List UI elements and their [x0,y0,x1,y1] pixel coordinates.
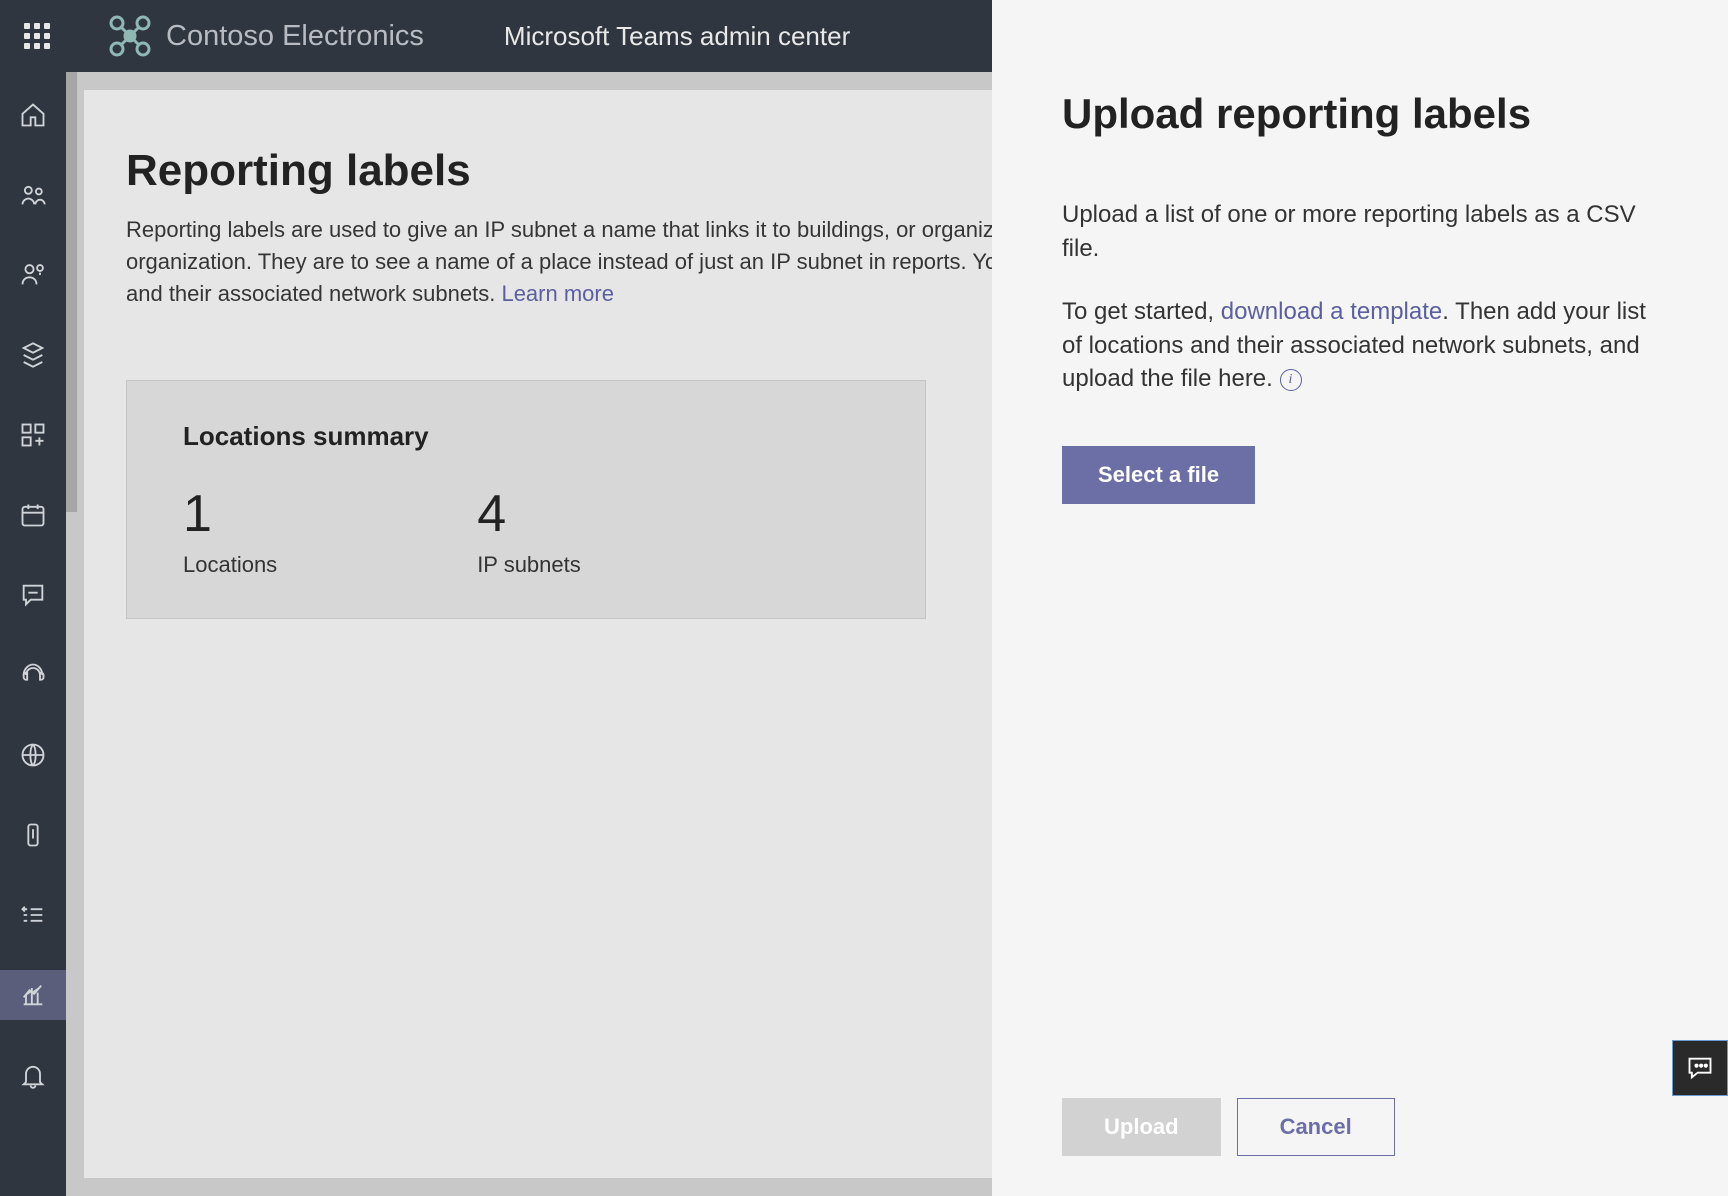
stat-ip-subnets: 4 IP subnets [477,488,581,578]
app-launcher-icon[interactable] [24,23,50,49]
panel-title: Upload reporting labels [1062,90,1658,138]
nav-policy[interactable] [0,810,66,860]
panel-instructions: To get started, download a template. The… [1062,295,1658,396]
stat-label: IP subnets [477,552,581,578]
locations-summary-card: Locations summary 1 Locations 4 IP subne… [126,380,926,619]
brand[interactable]: Contoso Electronics [108,14,424,58]
panel-footer: Upload Cancel [1062,1098,1658,1156]
select-file-button[interactable]: Select a file [1062,446,1255,504]
brand-name: Contoso Electronics [166,20,424,53]
app-title: Microsoft Teams admin center [504,21,850,52]
nav-home[interactable] [0,90,66,140]
nav-planning[interactable] [0,890,66,940]
feedback-button[interactable] [1672,1040,1728,1096]
panel-intro: Upload a list of one or more reporting l… [1062,198,1658,265]
upload-button[interactable]: Upload [1062,1098,1221,1156]
learn-more-link[interactable]: Learn more [501,281,614,306]
stat-locations: 1 Locations [183,488,277,578]
download-template-link[interactable]: download a template [1221,298,1442,325]
stat-label: Locations [183,552,277,578]
scrollbar[interactable] [66,72,77,512]
nav-users[interactable] [0,250,66,300]
info-icon[interactable]: i [1280,369,1302,391]
cancel-button[interactable]: Cancel [1237,1098,1395,1156]
drone-icon [108,14,152,58]
nav-meetings[interactable] [0,490,66,540]
nav-locations[interactable] [0,730,66,780]
nav-analytics[interactable] [0,970,66,1020]
nav-voice[interactable] [0,650,66,700]
nav-devices[interactable] [0,330,66,380]
stat-value: 4 [477,488,581,540]
nav-notifications[interactable] [0,1050,66,1100]
nav-apps[interactable] [0,410,66,460]
upload-panel: Upload reporting labels Upload a list of… [992,0,1728,1196]
nav-messaging[interactable] [0,570,66,620]
panel-text-prefix: To get started, [1062,298,1221,325]
left-nav-rail [0,72,66,1196]
summary-title: Locations summary [183,421,869,452]
stat-value: 1 [183,488,277,540]
nav-teams[interactable] [0,170,66,220]
